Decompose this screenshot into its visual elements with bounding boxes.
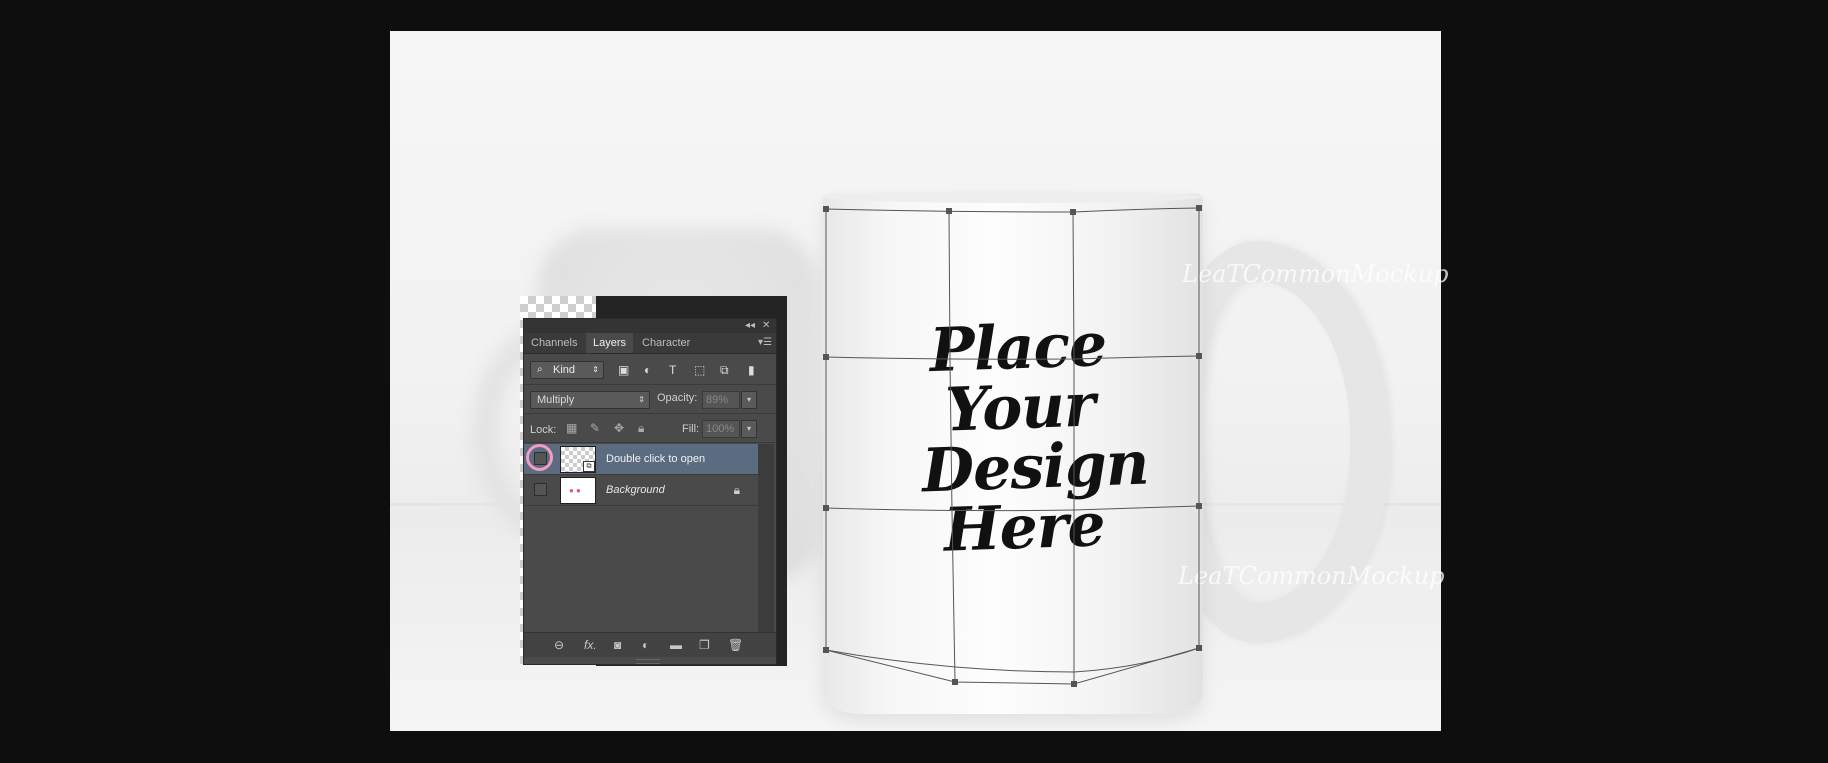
pixel-layer-filter-icon[interactable]: ▣ bbox=[618, 364, 629, 376]
layers-list: ⧉ Double click to open ● ● Background 🔒︎ bbox=[524, 444, 758, 632]
filter-row: ⌕ Kind ⇕ ▣ ◐ T ⬚ ⧉ ▮ bbox=[524, 354, 776, 385]
shape-layer-filter-icon[interactable]: ⬚ bbox=[694, 364, 705, 376]
mesh-handle bbox=[823, 505, 829, 511]
mesh-handle bbox=[823, 206, 829, 212]
opacity-dropdown-icon[interactable]: ▾ bbox=[741, 391, 757, 409]
mesh-handle bbox=[952, 679, 958, 685]
layer-row-smart-object[interactable]: ⧉ Double click to open bbox=[524, 444, 758, 475]
smart-object-icon: ⧉ bbox=[583, 461, 595, 472]
new-group-icon[interactable]: ▬ bbox=[670, 638, 682, 652]
mesh-handle bbox=[1196, 353, 1202, 359]
blend-mode-value: Multiply bbox=[537, 394, 575, 406]
lock-all-icon[interactable]: 🔒︎ bbox=[638, 422, 644, 434]
opacity-label: Opacity: bbox=[657, 392, 698, 404]
filter-toggle-icon[interactable]: ▮ bbox=[748, 364, 755, 376]
layer-name[interactable]: Background bbox=[606, 484, 665, 496]
blend-mode-select[interactable]: Multiply ⇕ bbox=[530, 391, 650, 409]
lock-position-icon[interactable]: ✥ bbox=[614, 422, 624, 434]
fill-field[interactable]: 100% bbox=[702, 420, 740, 438]
panel-footer: ⊖ fx. ◙ ◐ ▬ ❐ 🗑︎ bbox=[524, 632, 776, 657]
lock-transparent-pixels-icon[interactable]: ▦ bbox=[566, 422, 577, 434]
panel-tabs: Channels Layers Character ▾☰ bbox=[524, 333, 776, 354]
tab-channels[interactable]: Channels bbox=[524, 333, 584, 353]
kind-filter-label: Kind bbox=[553, 364, 576, 376]
panel-header: ◂◂ ✕ bbox=[524, 319, 776, 333]
panel-resize-grip[interactable] bbox=[636, 659, 660, 664]
adjustment-layer-filter-icon[interactable]: ◐ bbox=[644, 364, 651, 376]
fill-dropdown-icon[interactable]: ▾ bbox=[741, 420, 757, 438]
add-mask-icon[interactable]: ◙ bbox=[614, 638, 621, 652]
blend-row: Multiply ⇕ Opacity: 89% ▾ bbox=[524, 385, 776, 414]
close-icon[interactable]: ✕ bbox=[762, 319, 770, 333]
lock-image-pixels-icon[interactable]: ✎ bbox=[590, 422, 600, 434]
mesh-handle bbox=[823, 354, 829, 360]
tab-layers[interactable]: Layers bbox=[586, 333, 634, 353]
panel-menu-icon[interactable]: ▾☰ bbox=[758, 333, 772, 353]
smart-object-filter-icon[interactable]: ⧉ bbox=[720, 364, 729, 376]
mesh-handle bbox=[823, 647, 829, 653]
visibility-toggle[interactable] bbox=[534, 483, 547, 496]
lock-label: Lock: bbox=[530, 424, 557, 436]
mesh-handle bbox=[1196, 503, 1202, 509]
layer-name[interactable]: Double click to open bbox=[606, 453, 705, 465]
warp-mesh[interactable] bbox=[0, 0, 1828, 763]
new-layer-icon[interactable]: ❐ bbox=[699, 638, 710, 652]
mesh-handle bbox=[1196, 645, 1202, 651]
mesh-handle bbox=[1070, 209, 1076, 215]
thumbnail-preview: ● ● bbox=[569, 486, 581, 495]
mesh-handle bbox=[946, 208, 952, 214]
annotation-circle bbox=[526, 444, 553, 471]
lock-row: Lock: ▦ ✎ ✥ 🔒︎ Fill: 100% ▾ bbox=[524, 414, 776, 443]
mesh-handle bbox=[1196, 205, 1202, 211]
layer-thumbnail[interactable]: ⧉ bbox=[560, 446, 596, 473]
type-layer-filter-icon[interactable]: T bbox=[669, 364, 676, 376]
opacity-field[interactable]: 89% bbox=[702, 391, 740, 409]
trash-icon[interactable]: 🗑︎ bbox=[728, 638, 743, 652]
search-icon: ⌕ bbox=[537, 364, 543, 375]
layer-row-background[interactable]: ● ● Background 🔒︎ bbox=[524, 475, 758, 506]
mesh-handle bbox=[1071, 681, 1077, 687]
layer-thumbnail[interactable]: ● ● bbox=[560, 477, 596, 504]
link-layers-icon[interactable]: ⊖ bbox=[554, 638, 564, 652]
layers-scrollbar[interactable] bbox=[758, 444, 774, 632]
lock-icon[interactable]: 🔒︎ bbox=[734, 483, 740, 498]
adjustment-layer-icon[interactable]: ◐ bbox=[642, 638, 649, 652]
layers-panel: ◂◂ ✕ Channels Layers Character ▾☰ ⌕ Kind… bbox=[523, 318, 777, 665]
collapse-icon[interactable]: ◂◂ bbox=[745, 319, 755, 333]
fill-label: Fill: bbox=[682, 423, 700, 435]
updown-arrow-icon: ⇕ bbox=[592, 365, 599, 374]
updown-arrow-icon: ⇕ bbox=[638, 395, 645, 404]
fx-icon[interactable]: fx. bbox=[584, 638, 597, 652]
kind-filter-select[interactable]: ⌕ Kind ⇕ bbox=[530, 361, 604, 379]
tab-character[interactable]: Character bbox=[635, 333, 697, 353]
